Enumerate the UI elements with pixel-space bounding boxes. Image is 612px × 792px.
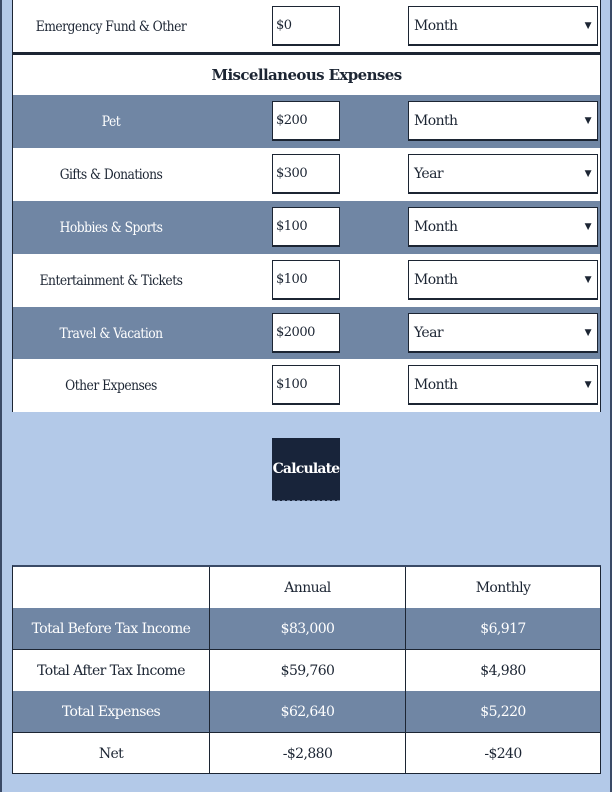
monthly-value: $5,220 <box>405 691 600 732</box>
period-value: Month <box>414 17 458 34</box>
expense-label: Other Expenses <box>65 377 157 394</box>
period-select[interactable]: Year ▼ <box>408 154 598 194</box>
section-title-misc: Miscellaneous Expenses <box>13 55 600 97</box>
chevron-down-icon: ▼ <box>584 20 592 31</box>
expense-label: Travel & Vacation <box>59 325 163 342</box>
expense-row-entertainment: Entertainment & Tickets $100 Month ▼ <box>13 254 600 308</box>
results-header-row: Annual Monthly <box>13 567 600 609</box>
expense-row-gifts: Gifts & Donations $300 Year ▼ <box>13 148 600 202</box>
expense-row-other: Other Expenses $100 Month ▼ <box>13 359 600 412</box>
calculate-button[interactable]: Calculate <box>272 438 340 501</box>
monthly-value: $6,917 <box>405 608 600 649</box>
period-select[interactable]: Month ▼ <box>408 365 598 405</box>
expense-label: Hobbies & Sports <box>59 219 163 236</box>
expense-label: Pet <box>101 113 121 130</box>
period-select[interactable]: Month ▼ <box>408 101 598 141</box>
results-row-expenses: Total Expenses $62,640 $5,220 <box>13 691 600 733</box>
amount-input[interactable]: $0 <box>272 6 340 46</box>
header-cell-monthly: Monthly <box>405 567 600 608</box>
chevron-down-icon: ▼ <box>584 168 592 179</box>
expense-label: Emergency Fund & Other <box>35 18 187 35</box>
expense-label: Entertainment & Tickets <box>39 272 183 289</box>
row-label: Net <box>98 745 124 762</box>
expense-row-travel: Travel & Vacation $2000 Year ▼ <box>13 307 600 361</box>
amount-input[interactable]: $100 <box>272 260 340 300</box>
expenses-panel: Emergency Fund & Other $0 Month ▼ Miscel… <box>12 0 601 412</box>
monthly-value: $4,980 <box>405 650 600 691</box>
period-value: Year <box>414 165 444 182</box>
results-row-net: Net -$2,880 -$240 <box>13 733 600 774</box>
header-cell-annual: Annual <box>209 567 405 608</box>
results-table: Annual Monthly Total Before Tax Income $… <box>12 565 601 774</box>
amount-input[interactable]: $200 <box>272 101 340 141</box>
annual-value: $83,000 <box>209 608 405 649</box>
period-select[interactable]: Month ▼ <box>408 6 598 46</box>
annual-value: -$2,880 <box>209 733 405 774</box>
annual-value: $59,760 <box>209 650 405 691</box>
amount-input[interactable]: $100 <box>272 365 340 405</box>
period-select[interactable]: Month ▼ <box>408 207 598 247</box>
chevron-down-icon: ▼ <box>584 327 592 338</box>
results-row-after-tax: Total After Tax Income $59,760 $4,980 <box>13 650 600 692</box>
amount-input[interactable]: $2000 <box>272 313 340 353</box>
expense-label: Gifts & Donations <box>59 166 163 183</box>
period-value: Year <box>414 324 444 341</box>
expense-row-pet: Pet $200 Month ▼ <box>13 95 600 149</box>
window-frame-left <box>0 0 2 792</box>
expense-row-hobbies: Hobbies & Sports $100 Month ▼ <box>13 201 600 255</box>
period-value: Month <box>414 112 458 129</box>
monthly-value: -$240 <box>405 733 600 774</box>
amount-input[interactable]: $100 <box>272 207 340 247</box>
row-label: Total Before Tax Income <box>31 620 191 637</box>
amount-input[interactable]: $300 <box>272 154 340 194</box>
period-select[interactable]: Month ▼ <box>408 260 598 300</box>
expense-row-emergency-fund: Emergency Fund & Other $0 Month ▼ <box>13 0 600 53</box>
chevron-down-icon: ▼ <box>584 274 592 285</box>
results-row-before-tax: Total Before Tax Income $83,000 $6,917 <box>13 608 600 650</box>
period-select[interactable]: Year ▼ <box>408 313 598 353</box>
row-label: Total After Tax Income <box>37 662 185 679</box>
period-value: Month <box>414 271 458 288</box>
annual-value: $62,640 <box>209 691 405 732</box>
period-value: Month <box>414 218 458 235</box>
period-value: Month <box>414 376 458 393</box>
chevron-down-icon: ▼ <box>584 221 592 232</box>
row-label: Total Expenses <box>61 703 161 720</box>
chevron-down-icon: ▼ <box>584 379 592 390</box>
chevron-down-icon: ▼ <box>584 115 592 126</box>
header-cell-empty <box>13 567 209 608</box>
